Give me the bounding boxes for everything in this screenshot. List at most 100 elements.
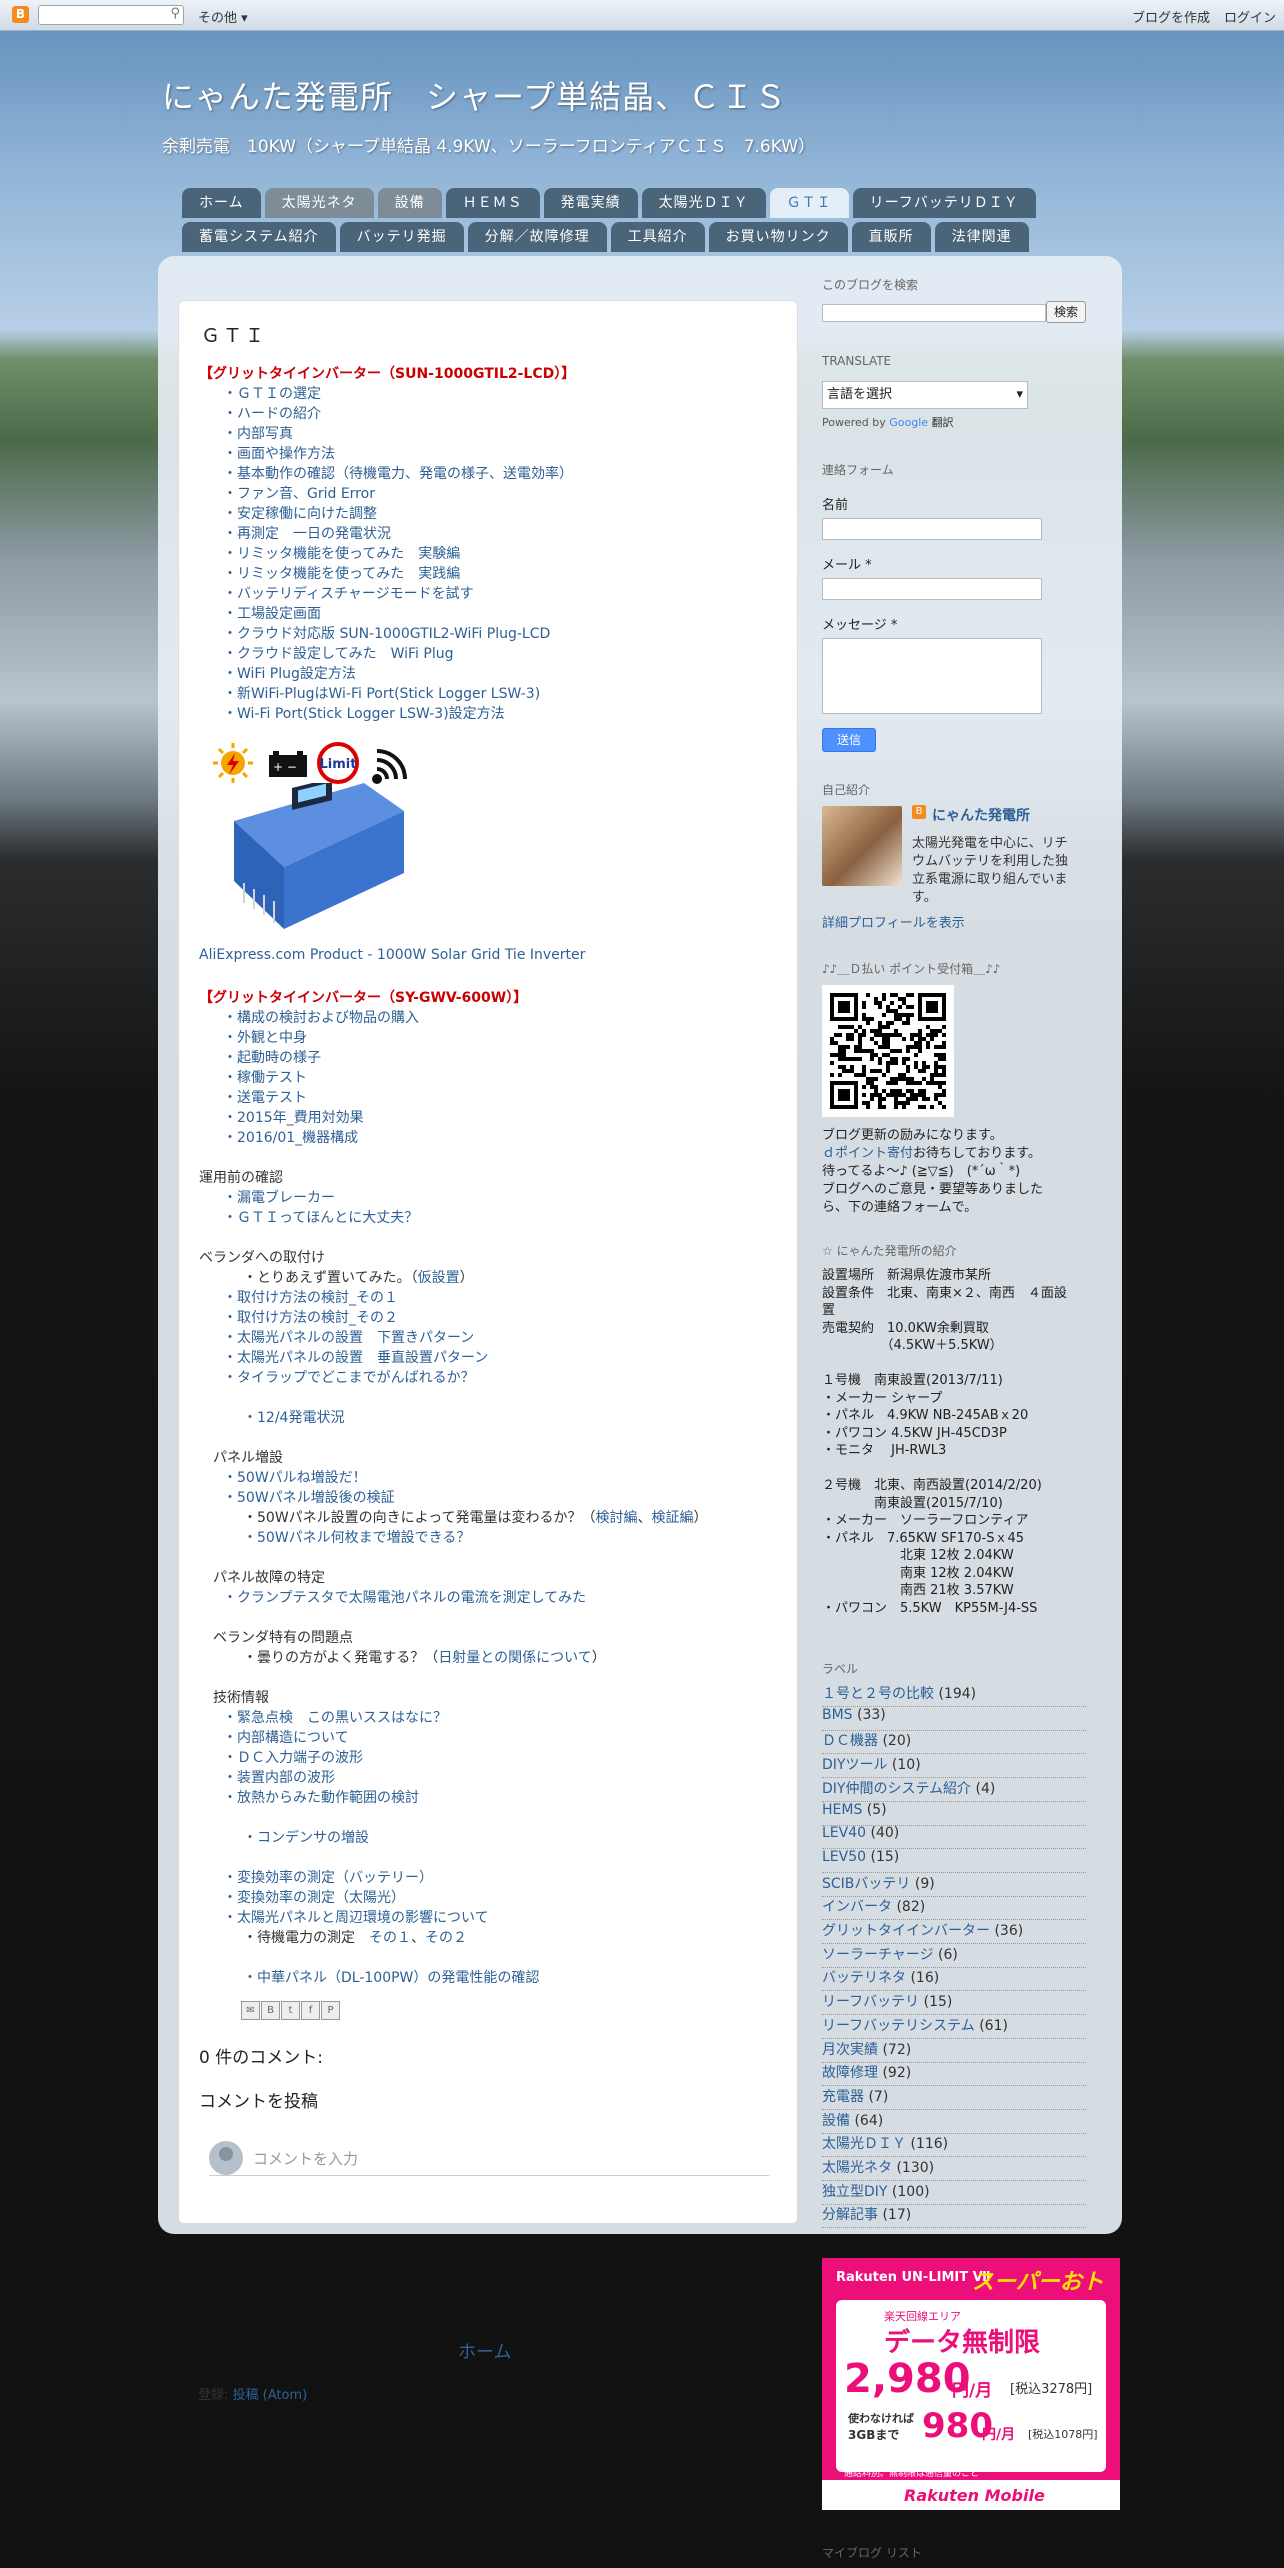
label-item[interactable]: 太陽光ＤＩＹ (116): [822, 2133, 1086, 2158]
list-item[interactable]: ・変換効率の測定（太陽光）: [223, 1887, 405, 1907]
label-item[interactable]: 月次実績 (72): [822, 2039, 1086, 2063]
list-item[interactable]: ・工場設定画面: [223, 603, 321, 623]
label-item[interactable]: リーフバッテリシステム (61): [822, 2015, 1086, 2039]
list-item[interactable]: ・基本動作の確認（待機電力、発電の様子、送電効率）: [223, 463, 573, 483]
verify-link[interactable]: 検証編: [652, 1510, 694, 1526]
list-item[interactable]: ・クラウド設定してみた WiFi Plug: [223, 643, 453, 663]
tab-tabs_row1-1[interactable]: 太陽光ネタ: [264, 188, 374, 218]
login-link[interactable]: ログイン: [1224, 7, 1276, 26]
label-link[interactable]: LEV50: [822, 1849, 866, 1865]
label-link[interactable]: 設備: [822, 2113, 850, 2129]
list-item[interactable]: ・漏電ブレーカー: [223, 1187, 335, 1207]
list-item[interactable]: ・構成の検討および物品の購入: [223, 1007, 419, 1027]
list-item[interactable]: ・タイラップでどこまでがんばれるか？: [223, 1367, 475, 1387]
label-link[interactable]: 太陽光ＤＩＹ: [822, 2136, 906, 2152]
list-item[interactable]: ・2016/01_機器構成: [223, 1127, 358, 1147]
label-link[interactable]: SCIBバッテリ: [822, 1876, 910, 1892]
list-item[interactable]: ・再測定 一日の発電状況: [223, 523, 391, 543]
list-item[interactable]: ・バッテリディスチャージモードを試す: [223, 583, 474, 603]
tab-tabs_row2-3[interactable]: 工具紹介: [610, 222, 705, 252]
list-item[interactable]: ・ハードの紹介: [223, 403, 321, 423]
tab-tabs_row2-6[interactable]: 法律関連: [934, 222, 1029, 252]
label-link[interactable]: LEV40: [822, 1825, 866, 1841]
label-link[interactable]: リーフバッテリ: [822, 1994, 919, 2010]
list-item[interactable]: ・50Wパネル何枚まで増設できる？: [243, 1527, 470, 1547]
list-item[interactable]: ・WiFi Plug設定方法: [223, 663, 356, 683]
list-item[interactable]: ・内部構造について: [223, 1727, 349, 1747]
temp-install-link[interactable]: 仮設置: [418, 1270, 460, 1286]
list-item[interactable]: ・中華パネル（DL-100PW）の発電性能の確認: [243, 1967, 539, 1987]
wait-part2-link[interactable]: その２: [425, 1930, 467, 1946]
list-item[interactable]: ・画面や操作方法: [223, 443, 335, 463]
label-link[interactable]: インバータ: [822, 1899, 892, 1915]
tab-tabs_row1-5[interactable]: 太陽光ＤＩＹ: [641, 188, 766, 218]
list-item[interactable]: ・緊急点検 この黒いススはなに？: [223, 1707, 447, 1727]
create-blog-link[interactable]: ブログを作成: [1132, 7, 1210, 26]
comment-input[interactable]: コメントを入力: [209, 2139, 769, 2176]
blog-search-button[interactable]: 検索: [1046, 301, 1086, 323]
list-item[interactable]: ・クラウド対応版 SUN-1000GTIL2-WiFi Plug-LCD: [223, 623, 550, 643]
label-link[interactable]: HEMS: [822, 1802, 862, 1818]
list-item[interactable]: ・太陽光パネルの設置 下置きパターン: [223, 1327, 474, 1347]
contact-send-button[interactable]: 送信: [822, 728, 876, 752]
tab-tabs_row1-0[interactable]: ホーム: [182, 188, 261, 218]
tab-tabs_row2-2[interactable]: 分解／故障修理: [467, 222, 607, 252]
label-link[interactable]: 充電器: [822, 2089, 864, 2105]
label-item[interactable]: SCIBバッテリ (9): [822, 1873, 1086, 1897]
profile-detail-link[interactable]: 詳細プロフィールを表示: [822, 912, 1092, 931]
label-link[interactable]: DIY仲間のシステム紹介: [822, 1781, 971, 1797]
list-item[interactable]: ・取付け方法の検討_その２: [223, 1307, 398, 1327]
tab-tabs_row1-7[interactable]: リーフバッテリＤＩＹ: [852, 188, 1036, 218]
label-item[interactable]: 設備 (64): [822, 2110, 1086, 2134]
label-item[interactable]: リーフバッテリ (15): [822, 1991, 1086, 2016]
label-link[interactable]: 月次実績: [822, 2042, 878, 2058]
label-link[interactable]: DIYツール: [822, 1757, 887, 1773]
list-item[interactable]: ・内部写真: [223, 423, 293, 443]
tab-tabs_row2-0[interactable]: 蓄電システム紹介: [182, 222, 336, 252]
list-item[interactable]: ・ＧＴＩの選定: [223, 383, 321, 403]
contact-name-field[interactable]: [822, 518, 1042, 540]
list-item[interactable]: ・2015年_費用対効果: [223, 1107, 364, 1127]
label-item[interactable]: 充電器 (7): [822, 2086, 1086, 2110]
language-select[interactable]: 言語を選択 ▾: [822, 381, 1028, 409]
label-link[interactable]: ソーラーチャージ: [822, 1947, 934, 1963]
dpoint-link[interactable]: ｄポイント寄付: [822, 1146, 913, 1161]
tab-tabs_row1-6[interactable]: ＧＴＩ: [769, 188, 849, 218]
label-item[interactable]: 分解記事 (17): [822, 2204, 1086, 2229]
atom-link[interactable]: 投稿 (Atom): [233, 2388, 308, 2403]
label-link[interactable]: ＤＣ機器: [822, 1733, 878, 1749]
list-item[interactable]: ・稼働テスト: [223, 1067, 307, 1087]
list-item[interactable]: ・安定稼働に向けた調整: [223, 503, 377, 523]
label-link[interactable]: 分解記事: [822, 2207, 878, 2223]
label-link[interactable]: １号と２号の比較: [822, 1686, 934, 1702]
label-item[interactable]: ソーラーチャージ (6): [822, 1944, 1086, 1968]
list-item[interactable]: ・装置内部の波形: [223, 1767, 335, 1787]
list-item[interactable]: ・12/4発電状況: [243, 1407, 344, 1427]
translate-link[interactable]: 翻訳: [932, 416, 954, 429]
label-item[interactable]: ＤＣ機器 (20): [822, 1730, 1086, 1755]
label-link[interactable]: バッテリネタ: [822, 1970, 906, 1986]
label-item[interactable]: １号と２号の比較 (194): [822, 1683, 1086, 1707]
share-button-2[interactable]: t: [281, 2001, 300, 2020]
label-link[interactable]: 太陽光ネタ: [822, 2160, 892, 2176]
tab-tabs_row1-4[interactable]: 発電実績: [543, 188, 638, 218]
share-button-4[interactable]: P: [321, 2001, 340, 2020]
label-item[interactable]: 太陽光ネタ (130): [822, 2157, 1086, 2181]
tab-tabs_row2-1[interactable]: バッテリ発掘: [339, 222, 464, 252]
label-item[interactable]: HEMS (5): [822, 1802, 1086, 1826]
list-item[interactable]: ・リミッタ機能を使ってみた 実験編: [223, 543, 460, 563]
tab-tabs_row2-5[interactable]: 直販所: [851, 222, 931, 252]
list-item[interactable]: ・太陽光パネルの設置 垂直設置パターン: [223, 1347, 488, 1367]
list-item[interactable]: ・太陽光パネルと周辺環境の影響について: [223, 1907, 489, 1927]
contact-message-field[interactable]: [822, 638, 1042, 714]
blog-search-input[interactable]: [822, 304, 1046, 322]
list-item[interactable]: ・50Wパネル増設後の検証: [223, 1487, 395, 1507]
share-button-1[interactable]: B: [261, 2001, 280, 2020]
list-item[interactable]: ・放熱からみた動作範囲の検討: [223, 1787, 419, 1807]
label-item[interactable]: LEV50 (15): [822, 1849, 1086, 1873]
list-item[interactable]: ・新WiFi-PlugはWi-Fi Port(Stick Logger LSW-…: [223, 683, 540, 703]
list-item[interactable]: ・コンデンサの増設: [243, 1827, 369, 1847]
list-item[interactable]: ・リミッタ機能を使ってみた 実践編: [223, 563, 460, 583]
label-item[interactable]: DIY仲間のシステム紹介 (4): [822, 1778, 1086, 1802]
profile-name[interactable]: にゃんた発電所: [932, 805, 1030, 825]
